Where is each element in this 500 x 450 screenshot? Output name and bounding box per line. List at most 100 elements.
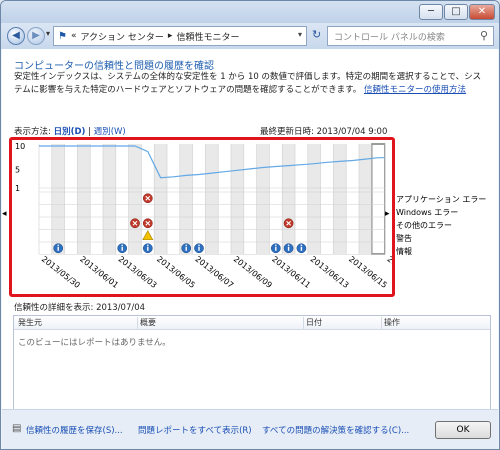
info-icon-mark [300,244,303,247]
chart-column[interactable] [256,144,270,254]
title-bar: ─ □ ✕ [1,1,499,23]
reliability-chart[interactable]: 10512013/05/302013/06/012013/06/032013/0… [12,140,419,294]
search-placeholder: コントロール パネルの検索 [334,32,445,43]
view-by-label: 表示方法: [14,127,51,137]
chart-column[interactable] [64,144,78,254]
refresh-icon[interactable]: ↻ [312,28,321,41]
control-panel-flag-icon: ⚑ [58,30,67,42]
maximize-button[interactable]: □ [444,4,468,20]
search-icon[interactable]: ⚲ [480,29,488,42]
date-label: 2013/06/01 [78,254,120,289]
column-header-source[interactable]: 発生元 [18,317,138,329]
view-separator: | [88,127,91,137]
chart-column[interactable] [90,144,103,254]
date-label: 2013/06/07 [193,254,235,289]
date-label: 2013/06/09 [232,254,274,289]
navigation-bar: ◀ ▶ ▾ ⚑ « アクション センター ▸ 信頼性モニター ▾ ↻ コントロー… [1,23,499,49]
chart-column[interactable] [115,144,129,254]
info-icon-mark [57,246,59,251]
date-label: 2013/06/15 [347,254,389,289]
y-tick-label: 1 [15,184,20,193]
info-icon-mark [287,246,290,251]
y-tick-label: 5 [15,165,20,174]
info-icon-mark [185,246,187,251]
save-history-link[interactable]: 信頼性の履歴を保存(S)... [26,424,123,436]
date-label: 2013/06/ [385,254,392,283]
chart-column[interactable] [128,144,142,254]
chart-column[interactable] [103,144,116,254]
page-description: 安定性インデックスは、システムの全体的な安定性を 1 から 10 の数値で評価し… [14,71,486,97]
breadcrumb-reliability-monitor[interactable]: 信頼性モニター [176,30,239,43]
chart-column[interactable] [39,144,52,254]
column-header-action[interactable]: 操作 [384,317,488,329]
check-solutions-link[interactable]: すべての問題の解決策を確認する(C)... [262,424,409,436]
page-title: コンピューターの信頼性と問題の履歴を確認 [14,61,214,72]
main-content: コンピューターの信頼性と問題の履歴を確認 安定性インデックスは、システムの全体的… [2,49,498,445]
legend-other-errors: その他のエラー [396,221,452,230]
chart-column[interactable] [51,144,65,254]
view-daily-link[interactable]: 日別(D) [54,127,86,137]
chart-column[interactable] [320,144,334,254]
info-icon-mark [275,244,277,247]
info-icon-mark [121,246,123,251]
scroll-right-icon[interactable]: ▸ [385,209,390,219]
forward-button[interactable]: ▶ [27,27,45,45]
chart-column[interactable] [282,144,295,254]
history-dropdown-icon[interactable]: ▾ [46,29,50,38]
help-link[interactable]: 信頼性モニターの使用方法 [364,85,466,95]
date-label: 2013/06/13 [309,254,351,289]
chart-column[interactable] [167,144,180,254]
y-tick-label: 10 [15,142,25,151]
back-arrow-icon: ◀ [12,30,20,41]
ok-button[interactable]: OK [435,421,491,439]
info-icon-mark [57,244,59,247]
chart-column[interactable] [243,144,257,254]
chart-column[interactable] [77,144,91,254]
document-icon: ▤ [12,423,22,434]
date-label: 2013/06/03 [117,254,159,289]
forward-arrow-icon: ▶ [32,30,40,41]
view-by-selector: 表示方法: 日別(D) | 週別(W) [14,125,126,137]
legend-application-errors: アプリケーション エラー [396,195,487,204]
search-input[interactable]: コントロール パネルの検索 ⚲ [327,26,494,46]
chart-column[interactable] [269,144,283,254]
info-icon-mark [147,244,149,247]
date-label: 2013/06/11 [270,254,312,289]
chart-column[interactable] [154,144,167,254]
info-icon-mark [300,246,303,251]
chart-column[interactable] [179,144,193,254]
address-dropdown-icon[interactable]: ▾ [298,30,302,39]
breadcrumb-separator: « [70,31,77,41]
table-header: 発生元 概要 日付 操作 [14,316,490,330]
address-bar[interactable]: ⚑ « アクション センター ▸ 信頼性モニター ▾ [53,26,307,46]
chart-column[interactable] [192,144,206,254]
chart-column[interactable] [371,144,385,254]
scroll-left-icon[interactable]: ◂ [2,209,7,219]
breadcrumb-separator[interactable]: ▸ [168,31,173,41]
view-weekly-link[interactable]: 週別(W) [94,127,126,137]
info-icon-mark [287,244,290,247]
reliability-chart-frame: 10 5 1 2013/05/30 2013/06/01 2013/06/03 2013/0… [9,137,419,297]
minimize-button[interactable]: ─ [419,4,443,20]
close-button[interactable]: ✕ [469,4,495,20]
info-icon-mark [198,244,200,247]
info-icon-mark [198,246,200,251]
chart-column[interactable] [205,144,219,254]
chart-column[interactable] [307,144,321,254]
legend-information: 情報 [396,247,412,256]
column-header-summary[interactable]: 概要 [140,317,304,329]
reliability-monitor-window: ─ □ ✕ ◀ ▶ ▾ ⚑ « アクション センター ▸ 信頼性モニター ▾ ↻… [0,0,500,450]
chart-column[interactable] [218,144,231,254]
date-label: 2013/05/30 [40,254,82,289]
chart-column[interactable] [359,144,372,254]
column-header-date[interactable]: 日付 [306,317,382,329]
date-label: 2013/06/05 [155,254,197,289]
legend-windows-errors: Windows エラー [396,208,459,217]
chart-column[interactable] [295,144,308,254]
show-all-reports-link[interactable]: 問題レポートをすべて表示(R) [138,424,252,436]
back-button[interactable]: ◀ [7,27,25,45]
chart-column[interactable] [231,144,244,254]
info-icon-mark [185,244,187,247]
breadcrumb-action-center[interactable]: アクション センター [80,30,163,43]
info-icon-mark [147,246,149,251]
